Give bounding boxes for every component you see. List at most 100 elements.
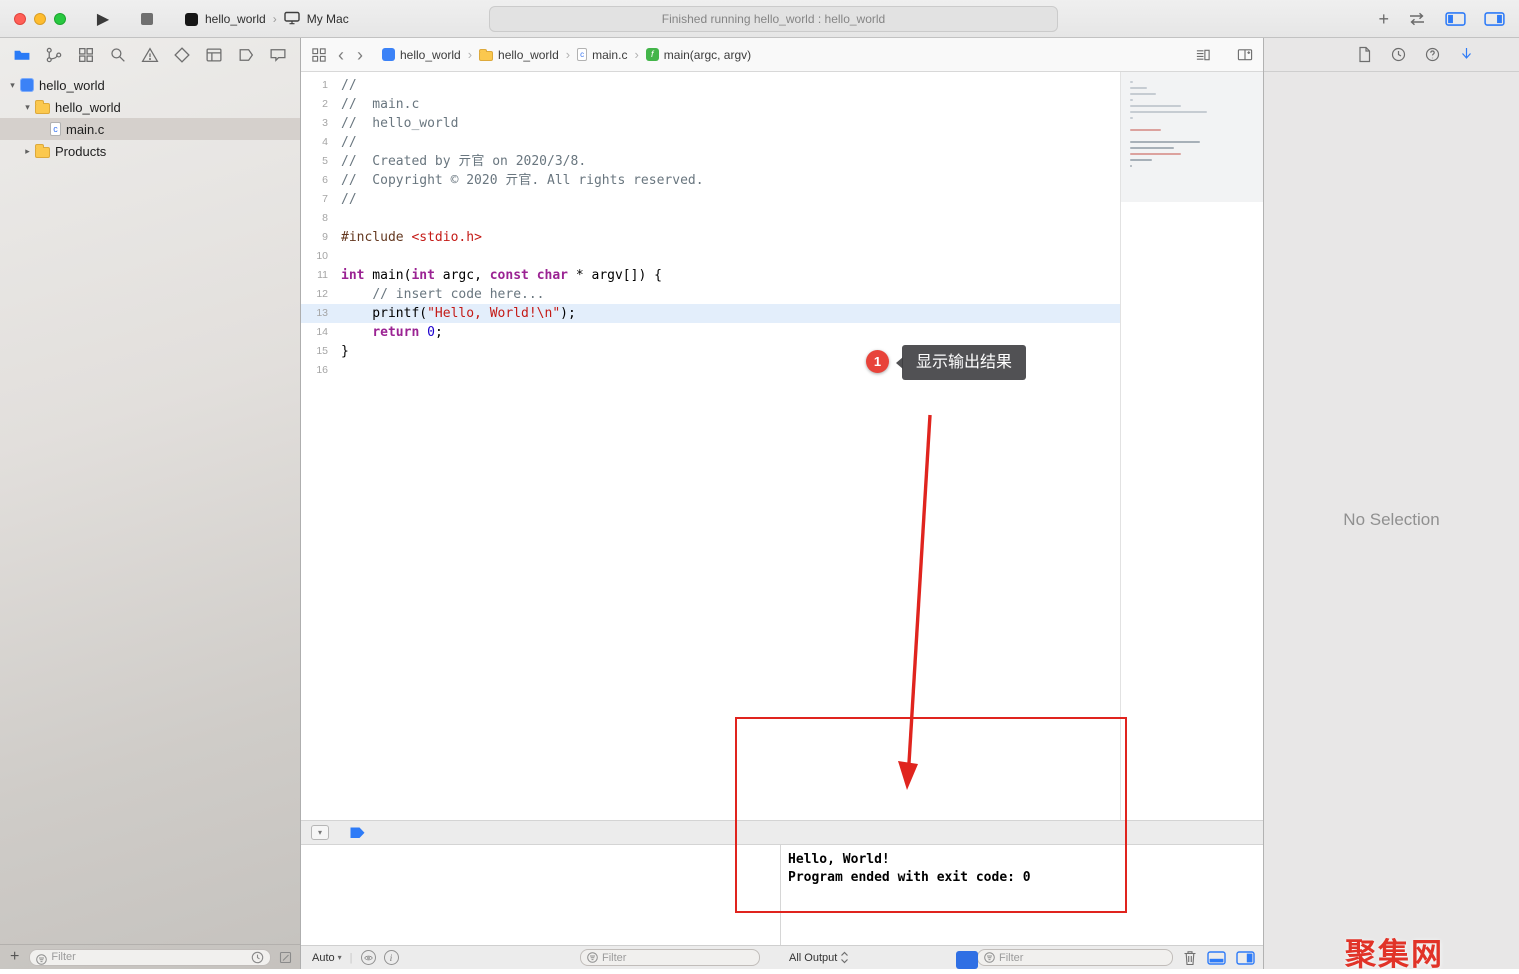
console-filter-input[interactable] (999, 952, 1166, 964)
line-number[interactable]: 7 (301, 190, 341, 209)
toggle-console-button[interactable] (1236, 951, 1255, 965)
history-inspector-icon[interactable] (1390, 46, 1407, 63)
tab-switcher-button[interactable] (1407, 11, 1427, 27)
disclosure-triangle-icon[interactable]: ▸ (20, 146, 35, 157)
navigator-filter-input[interactable] (51, 951, 247, 963)
line-number[interactable]: 3 (301, 114, 341, 133)
console-scroll-button[interactable] (956, 951, 978, 969)
scheme-selector[interactable]: hello_world › My Mac (185, 9, 349, 29)
variables-filter-input[interactable] (602, 952, 753, 964)
hide-debug-area-button[interactable]: ▾ (311, 825, 329, 840)
line-number[interactable]: 16 (301, 361, 341, 380)
toggle-variables-view-button[interactable] (1207, 951, 1226, 965)
tree-item-Products[interactable]: ▸ Products (0, 140, 300, 162)
toggle-inspector-button[interactable] (1484, 11, 1505, 27)
source-editor[interactable]: 1//2// main.c3// hello_world4//5// Creat… (301, 72, 1263, 820)
titlebar-right-buttons: + (1378, 7, 1505, 31)
code-line-14[interactable]: 14 return 0; (301, 323, 1120, 342)
test-navigator-icon[interactable] (173, 46, 191, 64)
breadcrumb-main_c[interactable]: cmain.c (577, 48, 627, 62)
help-inspector-icon[interactable] (1424, 46, 1441, 63)
tree-item-label: Products (55, 144, 106, 159)
line-number[interactable]: 1 (301, 76, 341, 95)
code-line-3[interactable]: 3// hello_world (301, 114, 1120, 133)
add-file-button[interactable]: + (8, 949, 21, 965)
go-back-button[interactable]: ‹ (336, 47, 346, 63)
line-number[interactable]: 4 (301, 133, 341, 152)
inspector-panel: No Selection (1263, 38, 1519, 969)
inspector-tab-bar (1264, 38, 1519, 72)
line-number[interactable]: 12 (301, 285, 341, 304)
tree-item-hello_world[interactable]: ▾hello_world (0, 96, 300, 118)
variables-scope-dropdown[interactable]: Auto ▾ (312, 952, 342, 964)
code-line-4[interactable]: 4// (301, 133, 1120, 152)
source-control-navigator-icon[interactable] (45, 46, 63, 64)
line-number[interactable]: 6 (301, 171, 341, 190)
disclosure-triangle-icon[interactable]: ▾ (20, 102, 35, 113)
symbol-navigator-icon[interactable] (77, 46, 95, 64)
variables-view[interactable] (301, 845, 781, 945)
variables-pane-icon (1207, 951, 1226, 965)
line-number[interactable]: 9 (301, 228, 341, 247)
breadcrumb-main_argc_argv_[interactable]: fmain(argc, argv) (646, 48, 751, 62)
breadcrumb-hello_world[interactable]: hello_world (479, 48, 559, 62)
source-control-status-filter-icon[interactable] (279, 951, 292, 964)
file-inspector-icon[interactable] (1356, 46, 1373, 63)
line-number[interactable]: 8 (301, 209, 341, 228)
stop-button[interactable] (141, 12, 155, 26)
scheme-separator: › (273, 12, 277, 26)
code-line-13[interactable]: 13 printf("Hello, World!\n"); (301, 304, 1120, 323)
line-number[interactable]: 14 (301, 323, 341, 342)
go-forward-button[interactable]: › (355, 47, 365, 63)
console-scope-dropdown[interactable]: All Output (789, 951, 849, 964)
close-window-button[interactable] (14, 13, 26, 25)
line-number[interactable]: 13 (301, 304, 341, 323)
breadcrumb-hello_world[interactable]: hello_world (382, 48, 461, 62)
breakpoint-navigator-icon[interactable] (237, 46, 255, 64)
line-number[interactable]: 5 (301, 152, 341, 171)
debug-navigator-icon[interactable] (205, 46, 223, 64)
line-number[interactable]: 2 (301, 95, 341, 114)
line-number[interactable]: 15 (301, 342, 341, 361)
console-filter-field[interactable] (977, 949, 1173, 966)
code-line-12[interactable]: 12 // insert code here... (301, 285, 1120, 304)
report-navigator-icon[interactable] (269, 46, 287, 64)
info-button[interactable]: i (384, 950, 399, 965)
code-line-5[interactable]: 5// Created by 亓官 on 2020/3/8. (301, 152, 1120, 171)
quick-look-button[interactable] (361, 950, 376, 965)
run-button[interactable]: ▶ (90, 6, 116, 32)
breakpoints-toggle-button[interactable] (349, 826, 366, 840)
add-editor-icon[interactable] (1237, 47, 1253, 63)
line-number[interactable]: 10 (301, 247, 341, 266)
find-navigator-icon[interactable] (109, 46, 127, 64)
line-text: // (341, 76, 357, 95)
clear-console-button[interactable] (1183, 950, 1197, 966)
related-items-icon[interactable] (311, 47, 327, 63)
code-line-9[interactable]: 9#include <stdio.h> (301, 228, 1120, 247)
minimize-window-button[interactable] (34, 13, 46, 25)
navigator-filter-field[interactable] (29, 949, 271, 966)
tree-item-hello_world[interactable]: ▾hello_world (0, 74, 300, 96)
tree-item-main_c[interactable]: cmain.c (0, 118, 300, 140)
library-add-button[interactable]: + (1378, 8, 1389, 30)
code-line-6[interactable]: 6// Copyright © 2020 亓官. All rights rese… (301, 171, 1120, 190)
minimap[interactable] (1120, 72, 1263, 820)
issue-navigator-icon[interactable] (141, 46, 159, 64)
scheme-target-label[interactable]: hello_world (205, 12, 266, 26)
zoom-window-button[interactable] (54, 13, 66, 25)
line-number[interactable]: 11 (301, 266, 341, 285)
code-line-8[interactable]: 8 (301, 209, 1120, 228)
quick-help-inspector-icon[interactable] (1458, 46, 1475, 63)
editor-options-icon[interactable] (1195, 47, 1211, 63)
code-line-1[interactable]: 1// (301, 76, 1120, 95)
code-line-11[interactable]: 11int main(int argc, const char * argv[]… (301, 266, 1120, 285)
scheme-device-label[interactable]: My Mac (307, 12, 349, 26)
code-line-2[interactable]: 2// main.c (301, 95, 1120, 114)
project-navigator-icon[interactable] (13, 46, 31, 64)
recent-files-filter-icon[interactable] (251, 951, 264, 964)
code-line-7[interactable]: 7// (301, 190, 1120, 209)
toggle-navigator-button[interactable] (1445, 11, 1466, 27)
variables-filter-field[interactable] (580, 949, 760, 966)
disclosure-triangle-icon[interactable]: ▾ (5, 80, 20, 91)
code-line-10[interactable]: 10 (301, 247, 1120, 266)
